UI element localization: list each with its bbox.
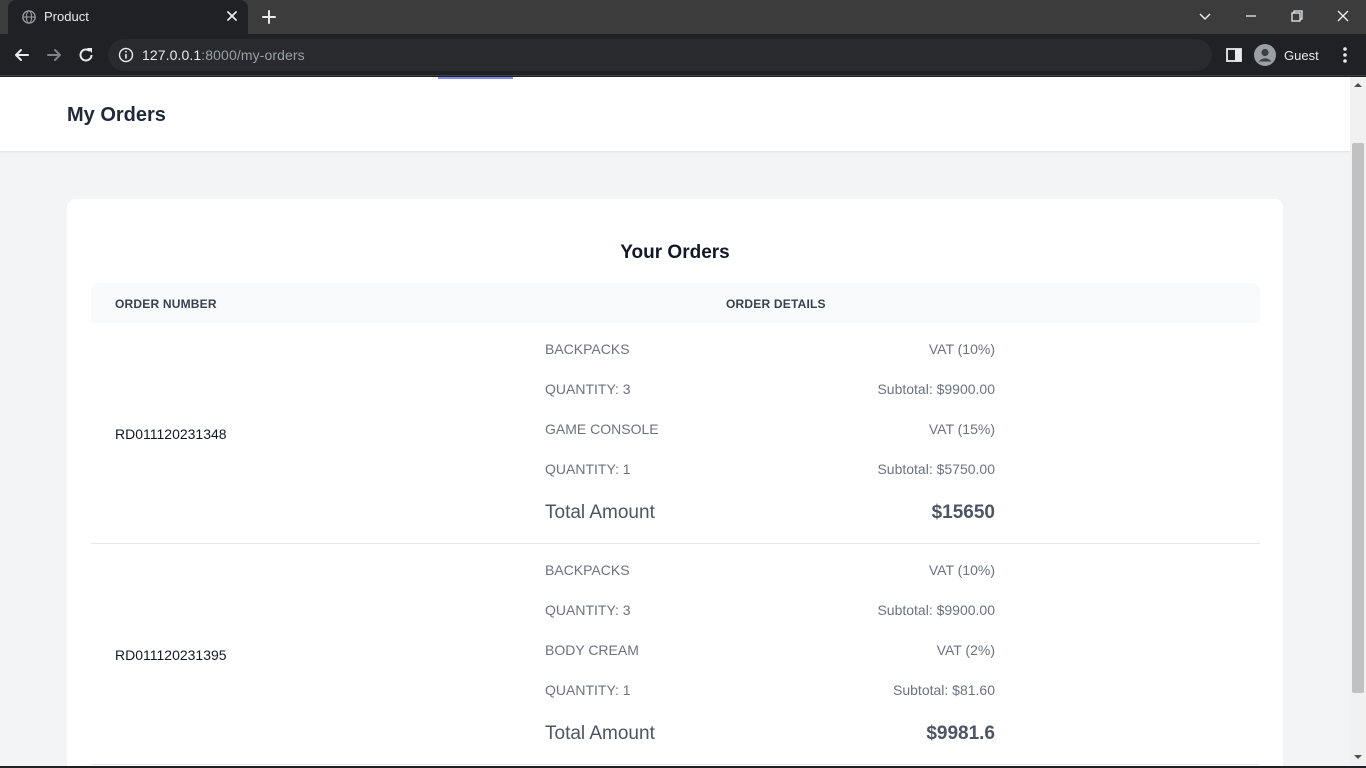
active-nav-underline bbox=[438, 77, 513, 79]
item-line: GAME CONSOLE VAT (15%) bbox=[545, 421, 995, 461]
profile-button[interactable]: Guest bbox=[1254, 42, 1319, 68]
item-name: BACKPACKS bbox=[545, 562, 630, 578]
item-subtotal: Subtotal: $9900.00 bbox=[877, 381, 995, 397]
tab-title: Product bbox=[44, 9, 89, 24]
globe-icon bbox=[22, 10, 36, 24]
item-name: BODY CREAM bbox=[545, 642, 639, 658]
item-line: BODY CREAM VAT (2%) bbox=[545, 642, 995, 682]
item-vat: VAT (10%) bbox=[928, 341, 995, 357]
forward-arrow-icon[interactable] bbox=[44, 45, 64, 65]
card-title: Your Orders bbox=[620, 242, 730, 263]
order-details: BACKPACKS VAT (10%) QUANTITY: 3 Subtotal… bbox=[545, 341, 995, 541]
tab-strip: Product bbox=[0, 0, 1366, 34]
profile-avatar-icon bbox=[1254, 44, 1276, 66]
order-total: Total Amount $15650 bbox=[545, 501, 995, 541]
item-vat: VAT (15%) bbox=[928, 421, 995, 437]
item-line: QUANTITY: 1 Subtotal: $81.60 bbox=[545, 682, 995, 722]
page-header: My Orders bbox=[0, 77, 1350, 152]
item-subtotal: Subtotal: $81.60 bbox=[893, 682, 995, 698]
page-viewport: My Orders Your Orders ORDER NUMBER ORDER… bbox=[0, 77, 1366, 766]
table-header: ORDER NUMBER ORDER DETAILS bbox=[91, 283, 1260, 323]
item-vat: VAT (10%) bbox=[928, 562, 995, 578]
total-value: $9981.6 bbox=[926, 723, 995, 744]
item-quantity: QUANTITY: 1 bbox=[545, 461, 631, 477]
url-host: 127.0.0.1 bbox=[142, 47, 202, 63]
order-total: Total Amount $9981.6 bbox=[545, 722, 995, 762]
item-name: BACKPACKS bbox=[545, 341, 630, 357]
url-path: :8000/my-orders bbox=[201, 47, 305, 63]
scrollbar-thumb[interactable] bbox=[1352, 143, 1364, 693]
url-text: 127.0.0.1:8000/my-orders bbox=[142, 47, 305, 63]
item-line: QUANTITY: 3 Subtotal: $9900.00 bbox=[545, 381, 995, 421]
table-row: RD011120231395 BACKPACKS VAT (10%) QUANT… bbox=[91, 544, 1260, 765]
orders-card: Your Orders ORDER NUMBER ORDER DETAILS R… bbox=[67, 199, 1283, 766]
scroll-down-arrow-icon[interactable] bbox=[1354, 753, 1362, 761]
item-line: QUANTITY: 1 Subtotal: $5750.00 bbox=[545, 461, 995, 501]
item-vat: VAT (2%) bbox=[936, 642, 995, 658]
chevron-down-icon[interactable] bbox=[1195, 6, 1215, 26]
item-line: BACKPACKS VAT (10%) bbox=[545, 341, 995, 381]
orders-table: ORDER NUMBER ORDER DETAILS RD01112023134… bbox=[91, 283, 1260, 765]
restore-icon[interactable] bbox=[1287, 6, 1307, 26]
address-bar[interactable]: 127.0.0.1:8000/my-orders bbox=[108, 39, 1212, 71]
browser-toolbar: 127.0.0.1:8000/my-orders Guest bbox=[0, 34, 1366, 76]
table-row: RD011120231348 BACKPACKS VAT (10%) QUANT… bbox=[91, 323, 1260, 544]
kebab-menu-icon[interactable] bbox=[1336, 45, 1354, 65]
item-line: QUANTITY: 3 Subtotal: $9900.00 bbox=[545, 602, 995, 642]
window-close-icon[interactable] bbox=[1333, 6, 1353, 26]
page-title: My Orders bbox=[67, 104, 166, 126]
vertical-scrollbar[interactable] bbox=[1350, 77, 1366, 766]
item-subtotal: Subtotal: $9900.00 bbox=[877, 602, 995, 618]
column-header-order-number: ORDER NUMBER bbox=[115, 297, 217, 311]
total-label: Total Amount bbox=[545, 502, 655, 523]
profile-label: Guest bbox=[1284, 47, 1319, 63]
back-arrow-icon[interactable] bbox=[12, 45, 32, 65]
column-header-order-details: ORDER DETAILS bbox=[726, 297, 826, 311]
minimize-icon[interactable] bbox=[1241, 6, 1261, 26]
item-line: BACKPACKS VAT (10%) bbox=[545, 562, 995, 602]
item-quantity: QUANTITY: 3 bbox=[545, 381, 631, 397]
total-value: $15650 bbox=[931, 502, 995, 523]
reload-icon[interactable] bbox=[76, 45, 96, 65]
close-icon[interactable] bbox=[224, 8, 240, 24]
order-details: BACKPACKS VAT (10%) QUANTITY: 3 Subtotal… bbox=[545, 562, 995, 762]
item-quantity: QUANTITY: 1 bbox=[545, 682, 631, 698]
total-label: Total Amount bbox=[545, 723, 655, 744]
item-name: GAME CONSOLE bbox=[545, 421, 659, 437]
order-number: RD011120231395 bbox=[115, 647, 227, 663]
plus-icon[interactable] bbox=[260, 8, 278, 26]
browser-tab-product[interactable]: Product bbox=[8, 0, 248, 34]
side-panel-icon[interactable] bbox=[1224, 45, 1244, 65]
order-number: RD011120231348 bbox=[115, 426, 227, 442]
info-icon[interactable] bbox=[118, 47, 134, 63]
item-subtotal: Subtotal: $5750.00 bbox=[877, 461, 995, 477]
item-quantity: QUANTITY: 3 bbox=[545, 602, 631, 618]
scroll-up-arrow-icon[interactable] bbox=[1354, 81, 1362, 89]
